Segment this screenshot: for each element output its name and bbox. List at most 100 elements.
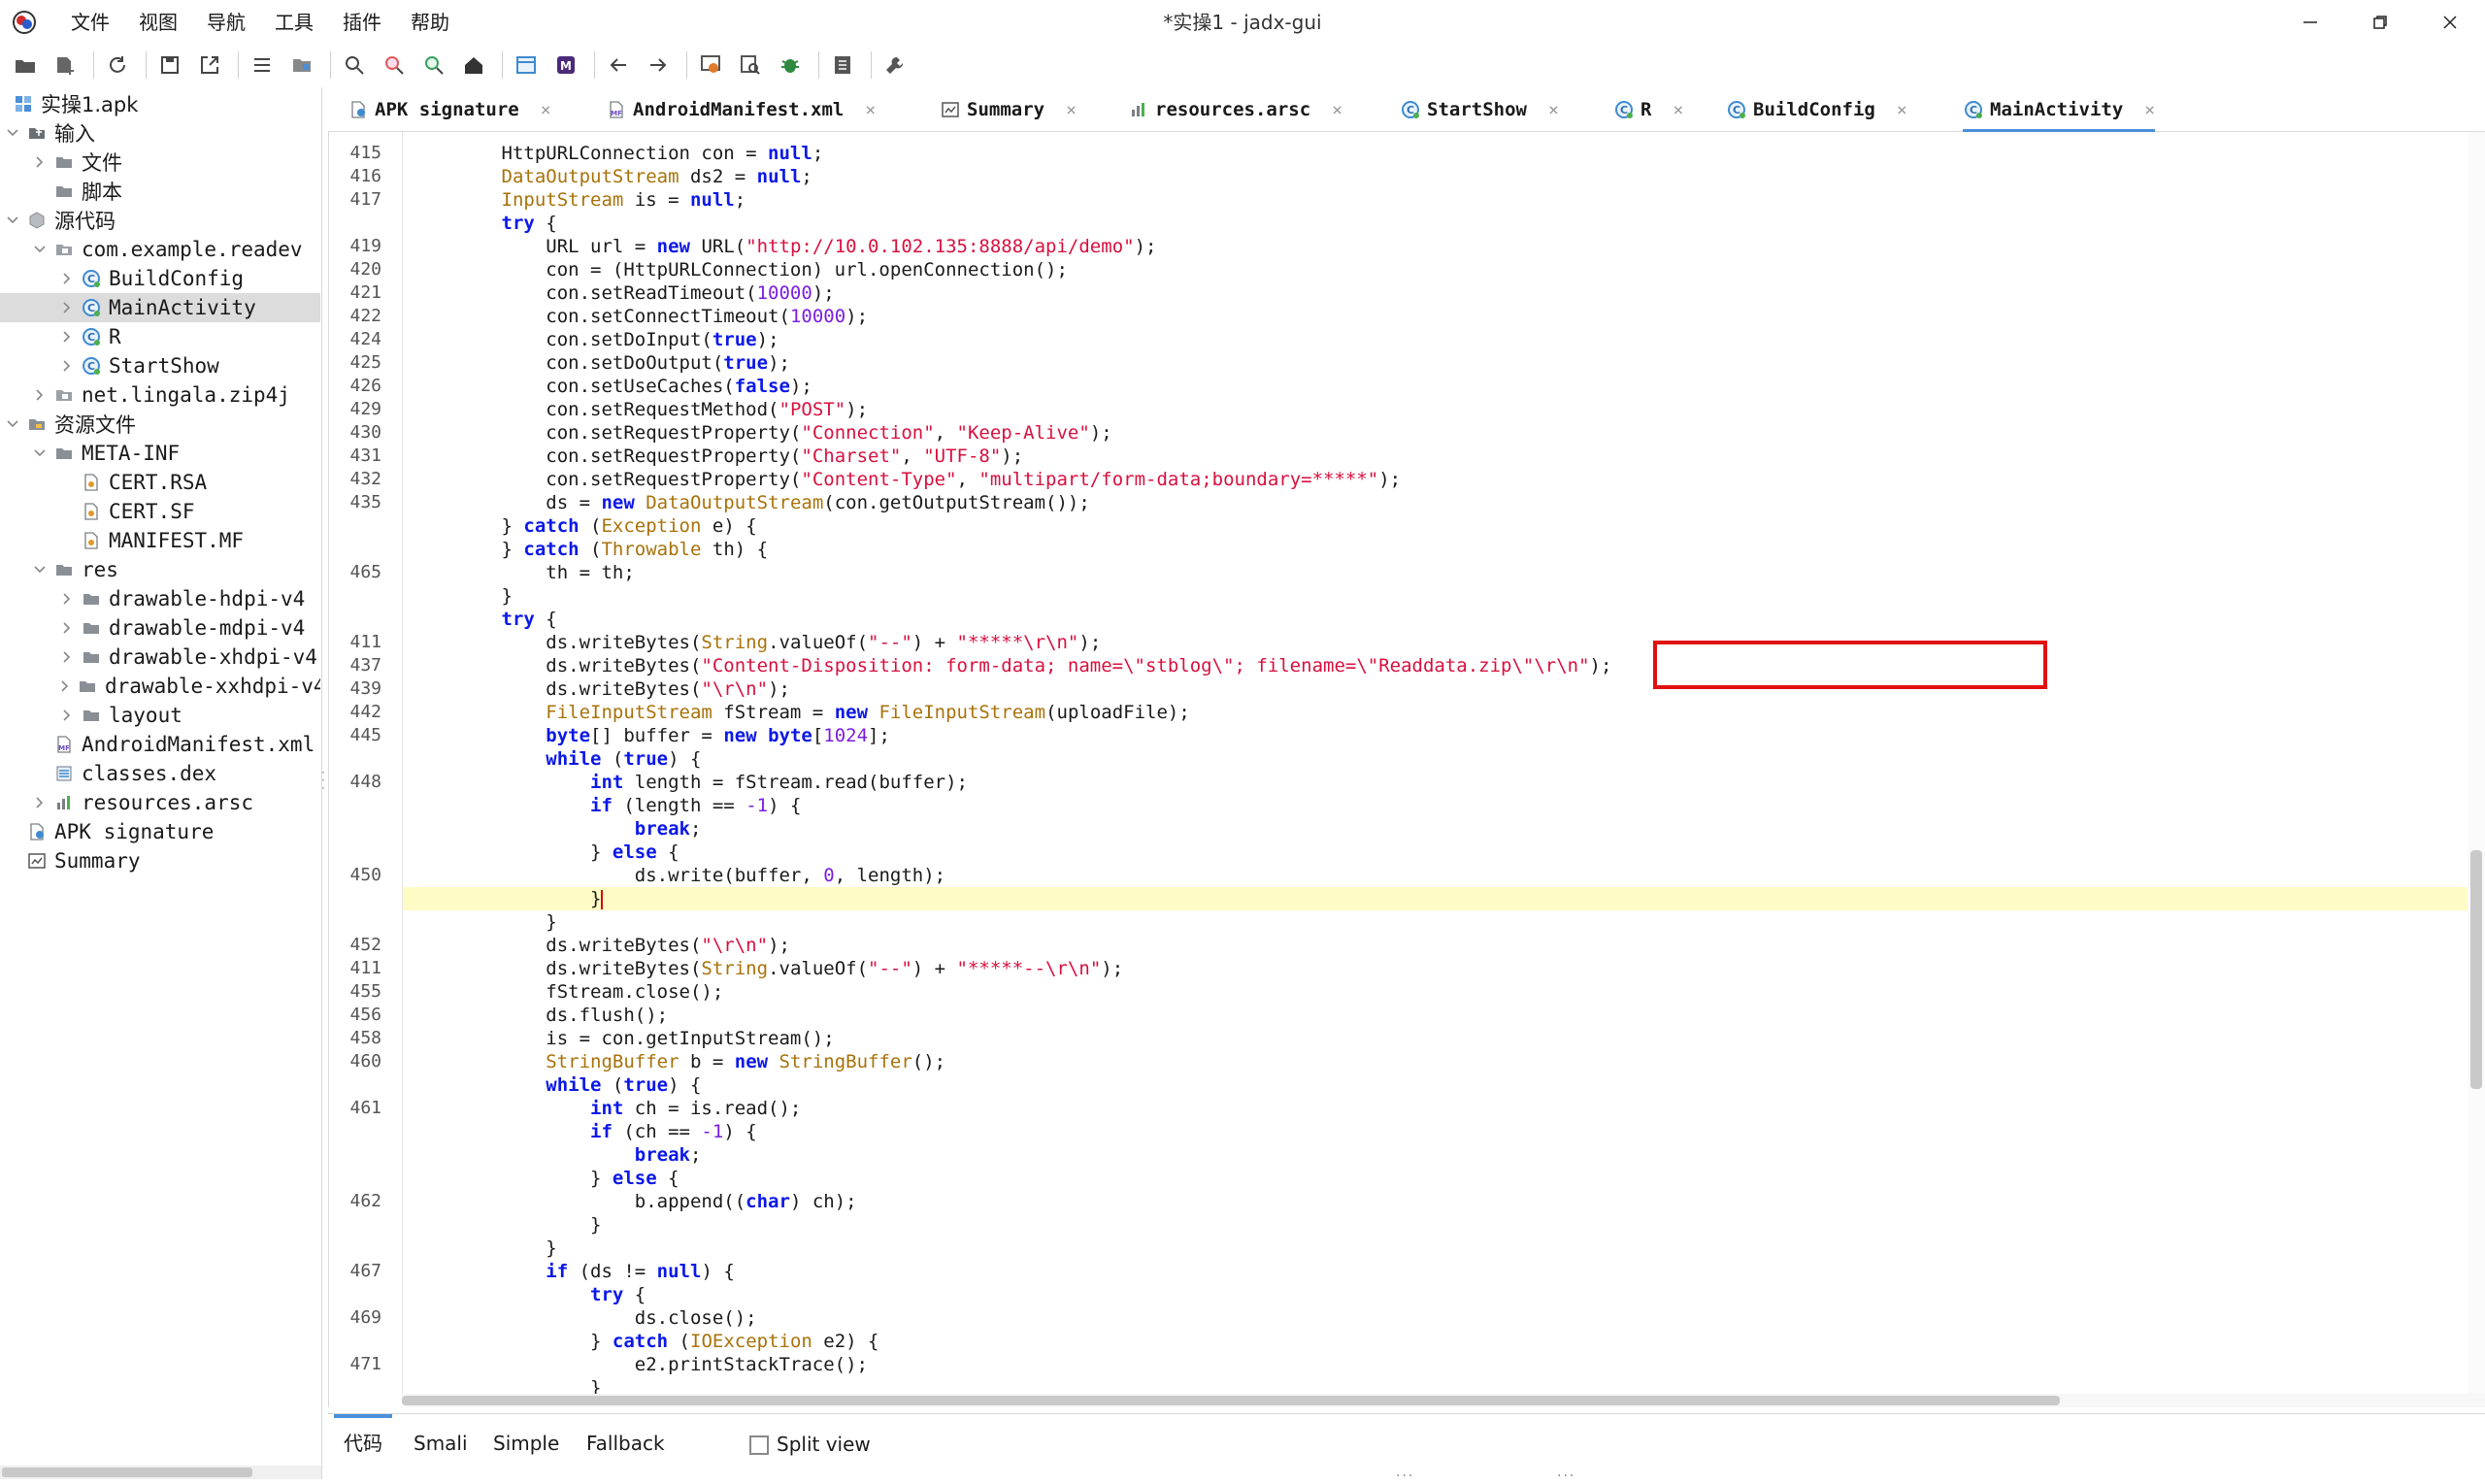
tree-item[interactable]: CERT.SF — [0, 497, 320, 526]
chevron-right-icon[interactable] — [58, 701, 76, 730]
close-icon[interactable]: × — [1332, 100, 1342, 120]
add-files-icon[interactable] — [48, 48, 83, 82]
home-icon[interactable] — [456, 48, 491, 82]
tree-item[interactable]: classes.dex — [0, 759, 320, 788]
resize-handle[interactable]: ··· — [1396, 1468, 1414, 1484]
menu-item[interactable]: 导航 — [192, 0, 260, 45]
debug-icon[interactable] — [773, 48, 808, 82]
tree-item[interactable]: 源代码 — [0, 206, 320, 235]
chevron-down-icon[interactable] — [31, 555, 49, 584]
chevron-right-icon[interactable] — [31, 380, 49, 410]
sidebar-horizontal-scrollbar[interactable] — [0, 1466, 321, 1479]
tree-item[interactable]: MF AndroidManifest.xml — [0, 730, 320, 759]
splitter-handle[interactable]: · · · — [321, 767, 327, 794]
reload-icon[interactable] — [100, 48, 135, 82]
save-icon[interactable] — [152, 48, 187, 82]
resize-handle[interactable]: ··· — [1557, 1468, 1575, 1484]
sync-icon[interactable] — [245, 48, 280, 82]
tree-item[interactable]: C StartShow — [0, 351, 320, 380]
close-icon[interactable]: × — [1548, 100, 1559, 120]
tree-item[interactable]: 实操1.apk — [0, 89, 320, 118]
close-icon[interactable]: × — [2144, 100, 2155, 120]
preferences-icon[interactable] — [878, 48, 912, 82]
chevron-down-icon[interactable] — [31, 439, 49, 468]
quark-icon[interactable] — [733, 48, 768, 82]
scrollbar-thumb[interactable] — [402, 1396, 2060, 1405]
tree-item[interactable]: C MainActivity — [0, 293, 320, 322]
find-class-icon[interactable] — [416, 48, 451, 82]
editor-tab[interactable]: C StartShow × — [1400, 87, 1559, 132]
chevron-right-icon[interactable] — [58, 264, 76, 293]
editor-tab[interactable]: MF AndroidManifest.xml × — [606, 87, 876, 132]
chevron-down-icon[interactable] — [4, 206, 21, 235]
chevron-right-icon[interactable] — [58, 613, 76, 643]
editor-vertical-scrollbar[interactable] — [2468, 132, 2485, 1407]
tree-item[interactable]: drawable-xxhdpi-v4 — [0, 672, 320, 701]
split-view-checkbox[interactable] — [749, 1435, 769, 1455]
notes-icon[interactable] — [825, 48, 860, 82]
editor-tab[interactable]: Summary × — [940, 87, 1077, 132]
close-icon[interactable]: × — [1897, 100, 1907, 120]
forward-icon[interactable] — [641, 48, 676, 82]
find-usage-icon[interactable] — [377, 48, 412, 82]
code-editor[interactable]: 415 416 417 419 420 421 422 424 425 426 429 430 431 4… — [328, 132, 2485, 1407]
tab-fallback[interactable]: Fallback — [586, 1414, 665, 1472]
deobfuscation-icon[interactable] — [693, 48, 728, 82]
chevron-right-icon[interactable] — [31, 148, 49, 177]
chevron-right-icon[interactable] — [58, 672, 72, 701]
tree-item[interactable]: com.example.readev — [0, 235, 320, 264]
tree-item[interactable]: layout — [0, 701, 320, 730]
mcp-icon[interactable]: M — [548, 48, 583, 82]
minimize-button[interactable] — [2275, 0, 2345, 45]
menu-item[interactable]: 帮助 — [396, 0, 464, 45]
tree-item[interactable]: C BuildConfig — [0, 264, 320, 293]
tree-item[interactable]: Summary — [0, 846, 320, 875]
scrollbar-thumb[interactable] — [2470, 850, 2482, 1089]
tree-item[interactable]: drawable-hdpi-v4 — [0, 584, 320, 613]
tree-item[interactable]: 文件 — [0, 148, 320, 177]
tab-code[interactable]: 代码 — [334, 1414, 392, 1472]
tree-item[interactable]: MANIFEST.MF — [0, 526, 320, 555]
menu-item[interactable]: 插件 — [328, 0, 396, 45]
chevron-right-icon[interactable] — [58, 322, 76, 351]
tree-item[interactable]: drawable-xhdpi-v4 — [0, 643, 320, 672]
maximize-button[interactable] — [2345, 0, 2415, 45]
chevron-down-icon[interactable] — [31, 235, 49, 264]
flatten-icon[interactable] — [284, 48, 319, 82]
tree-item[interactable]: net.lingala.zip4j — [0, 380, 320, 410]
close-icon[interactable]: × — [1673, 100, 1683, 120]
tree-item[interactable]: 资源文件 — [0, 410, 320, 439]
menu-item[interactable]: 工具 — [260, 0, 328, 45]
chevron-right-icon[interactable] — [58, 293, 76, 322]
tab-simple[interactable]: Simple — [493, 1414, 559, 1472]
tree-item[interactable]: drawable-mdpi-v4 — [0, 613, 320, 643]
chevron-down-icon[interactable] — [4, 118, 21, 148]
tree-item[interactable]: CR — [0, 322, 320, 351]
back-icon[interactable] — [601, 48, 636, 82]
editor-tab[interactable]: resources.arsc × — [1128, 87, 1342, 132]
chevron-right-icon[interactable] — [58, 643, 76, 672]
tree-item[interactable]: CERT.RSA — [0, 468, 320, 497]
tree-item[interactable]: res — [0, 555, 320, 584]
chevron-right-icon[interactable] — [58, 351, 76, 380]
menu-item[interactable]: 视图 — [124, 0, 192, 45]
chevron-right-icon[interactable] — [58, 584, 76, 613]
editor-tab[interactable]: C R × — [1613, 87, 1683, 132]
editor-horizontal-scrollbar[interactable] — [402, 1394, 2485, 1407]
tree-item[interactable]: 脚本 — [0, 177, 320, 206]
chevron-right-icon[interactable] — [31, 788, 49, 817]
tree-item[interactable]: APK signature — [0, 817, 320, 846]
export-icon[interactable] — [192, 48, 227, 82]
menu-item[interactable]: 文件 — [56, 0, 124, 45]
tree-item[interactable]: resources.arsc — [0, 788, 320, 817]
open-file-icon[interactable] — [8, 48, 43, 82]
log-icon[interactable] — [509, 48, 544, 82]
close-icon[interactable]: × — [1066, 100, 1077, 120]
search-icon[interactable] — [337, 48, 372, 82]
tab-smali[interactable]: Smali — [414, 1414, 468, 1472]
close-icon[interactable]: × — [865, 100, 876, 120]
chevron-down-icon[interactable] — [4, 410, 21, 439]
close-icon[interactable]: × — [541, 100, 551, 120]
tree-item[interactable]: 输入 — [0, 118, 320, 148]
editor-tab[interactable]: C MainActivity × — [1963, 87, 2156, 133]
